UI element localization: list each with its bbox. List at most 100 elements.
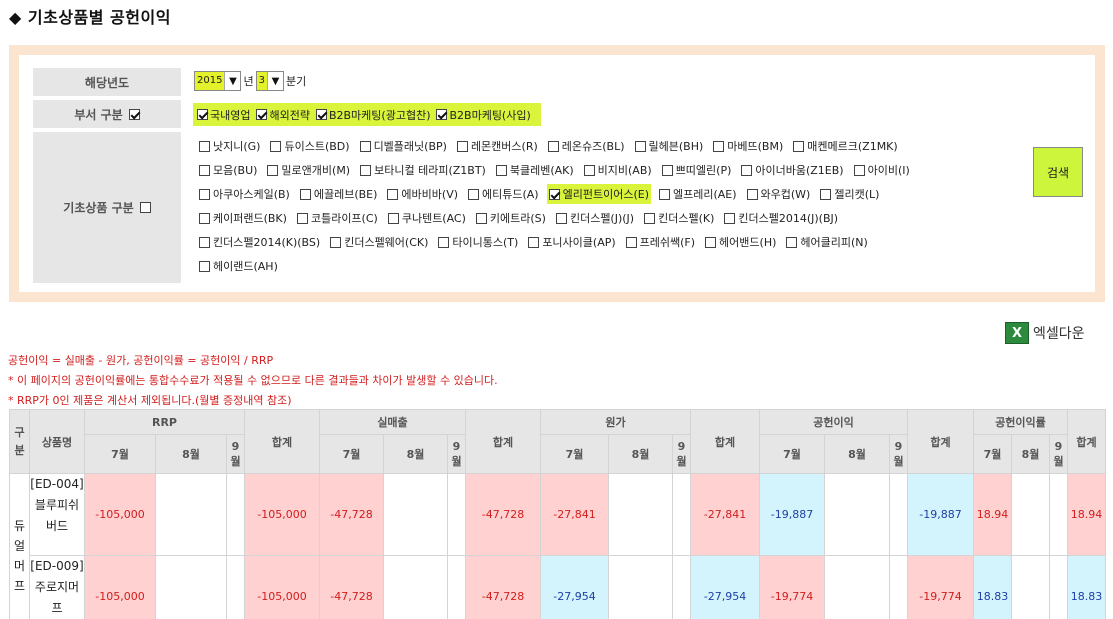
product-checkbox[interactable] bbox=[199, 164, 210, 176]
year-select[interactable]: 2015 ▼ bbox=[194, 71, 242, 91]
product-checkbox[interactable] bbox=[330, 236, 342, 248]
product-item[interactable]: 쿠나텐트(AC) bbox=[386, 208, 468, 228]
product-checkbox[interactable] bbox=[746, 188, 758, 200]
product-item[interactable]: 킨더스펠(J)(J) bbox=[554, 208, 636, 228]
product-item[interactable]: 보타니컬 테라피(Z1BT) bbox=[358, 160, 488, 180]
product-checkbox[interactable] bbox=[359, 140, 371, 152]
dept-checkbox[interactable] bbox=[197, 109, 208, 120]
product-checkbox[interactable] bbox=[820, 188, 832, 200]
product-item[interactable]: 킨더스펠웨어(CK) bbox=[328, 232, 430, 252]
product-checkbox[interactable] bbox=[475, 212, 487, 224]
product-item[interactable]: 에바비바(V) bbox=[385, 184, 460, 204]
product-checkbox[interactable] bbox=[267, 164, 279, 176]
product-item[interactable]: 레몬캔버스(R) bbox=[455, 136, 540, 156]
product-checkbox[interactable] bbox=[299, 188, 311, 200]
product-checkbox[interactable] bbox=[741, 164, 753, 176]
product-checkbox[interactable] bbox=[705, 236, 717, 248]
product-item[interactable]: 레온슈즈(BL) bbox=[546, 136, 627, 156]
product-item[interactable]: 킨더스펠(K) bbox=[642, 208, 716, 228]
product-checkbox[interactable] bbox=[547, 140, 559, 152]
cost-cell bbox=[608, 473, 673, 556]
product-item[interactable]: 키에트라(S) bbox=[474, 208, 548, 228]
product-item[interactable]: 릴헤븐(BH) bbox=[633, 136, 706, 156]
product-checkbox[interactable] bbox=[199, 236, 210, 248]
product-item[interactable]: 낫지니(G) bbox=[197, 136, 262, 156]
profit-table: 구분 상품명 RRP 합계 실매출 합계 원가 합계 공헌이익 합계 공헌이익률… bbox=[9, 409, 1106, 619]
product-checkbox[interactable] bbox=[724, 212, 736, 224]
product-item[interactable]: 에티튜드(A) bbox=[466, 184, 541, 204]
product-item[interactable]: 쁘띠엘린(P) bbox=[660, 160, 734, 180]
product-item[interactable]: 에끌레브(BE) bbox=[298, 184, 380, 204]
product-checkbox[interactable] bbox=[548, 188, 560, 200]
search-button[interactable]: 검색 bbox=[1033, 147, 1083, 197]
product-checkbox[interactable] bbox=[199, 188, 210, 200]
product-item-label: 키에트라(S) bbox=[489, 212, 546, 225]
product-item[interactable]: 비지비(AB) bbox=[582, 160, 654, 180]
product-item[interactable]: 아이너바움(Z1EB) bbox=[739, 160, 845, 180]
product-checkbox[interactable] bbox=[199, 260, 210, 272]
product-checkbox[interactable] bbox=[270, 140, 282, 152]
product-name-cell: [ED-009] 주로지머프 bbox=[29, 555, 85, 619]
product-item[interactable]: 듀이스트(BD) bbox=[268, 136, 351, 156]
product-checkbox[interactable] bbox=[468, 188, 480, 200]
product-item[interactable]: 젤리캣(L) bbox=[818, 184, 881, 204]
product-item-label: 모음(BU) bbox=[213, 164, 258, 177]
product-item[interactable]: 아이비(I) bbox=[852, 160, 912, 180]
product-checkbox[interactable] bbox=[713, 140, 725, 152]
product-item[interactable]: 모음(BU) bbox=[197, 160, 259, 180]
product-checkbox[interactable] bbox=[634, 140, 646, 152]
product-item[interactable]: 와우컵(W) bbox=[745, 184, 813, 204]
product-item[interactable]: 엘리펀트이어스(E) bbox=[546, 184, 651, 204]
product-checkbox[interactable] bbox=[583, 164, 595, 176]
dept-item[interactable]: B2B마케팅(사입) bbox=[436, 107, 531, 123]
cost-cell: -27,954 bbox=[540, 555, 609, 619]
product-checkbox[interactable] bbox=[199, 212, 210, 224]
dept-all-checkbox[interactable] bbox=[128, 108, 140, 120]
product-item[interactable]: 킨더스펠2014(J)(BJ) bbox=[722, 208, 840, 228]
product-checkbox[interactable] bbox=[793, 140, 805, 152]
product-item[interactable]: 엘프레리(AE) bbox=[657, 184, 739, 204]
dept-item[interactable]: B2B마케팅(광고협찬) bbox=[315, 107, 430, 123]
product-checkbox[interactable] bbox=[296, 212, 308, 224]
product-checkbox[interactable] bbox=[495, 164, 507, 176]
dept-item[interactable]: 해외전략 bbox=[256, 107, 310, 123]
product-checkbox[interactable] bbox=[786, 236, 798, 248]
quarter-select[interactable]: 3 ▼ bbox=[255, 71, 284, 91]
product-checkbox[interactable] bbox=[456, 140, 468, 152]
product-item[interactable]: 북클레벤(AK) bbox=[494, 160, 576, 180]
product-checkbox[interactable] bbox=[661, 164, 673, 176]
product-item[interactable]: 디벨플래닛(BP) bbox=[358, 136, 449, 156]
dept-checkbox[interactable] bbox=[315, 109, 327, 120]
product-item[interactable]: 헤어밴드(H) bbox=[703, 232, 778, 252]
product-item[interactable]: 헤이랜드(AH) bbox=[197, 256, 280, 276]
product-all-checkbox[interactable] bbox=[139, 202, 151, 213]
profit-cell: -19,887 bbox=[759, 473, 825, 556]
product-checkbox[interactable] bbox=[438, 236, 450, 248]
product-checkbox[interactable] bbox=[658, 188, 670, 200]
product-checkbox[interactable] bbox=[199, 140, 210, 152]
product-item[interactable]: 매켄메르크(Z1MK) bbox=[791, 136, 899, 156]
product-item[interactable]: 코틀라이프(C) bbox=[295, 208, 380, 228]
dept-checkbox[interactable] bbox=[256, 109, 268, 120]
product-item[interactable]: 킨더스펠2014(K)(BS) bbox=[197, 232, 322, 252]
product-item[interactable]: 밀로앤개비(M) bbox=[265, 160, 352, 180]
product-item[interactable]: 프레쉬쌕(F) bbox=[624, 232, 697, 252]
product-checkbox[interactable] bbox=[555, 212, 567, 224]
product-item[interactable]: 아쿠아스케일(B) bbox=[197, 184, 292, 204]
dept-checkbox[interactable] bbox=[436, 109, 448, 120]
product-checkbox[interactable] bbox=[360, 164, 372, 176]
rrp-cell bbox=[155, 555, 227, 619]
product-checkbox[interactable] bbox=[387, 212, 399, 224]
product-checkbox[interactable] bbox=[853, 164, 865, 176]
product-item[interactable]: 헤어클리피(N) bbox=[784, 232, 869, 252]
product-checkbox[interactable] bbox=[387, 188, 399, 200]
product-item[interactable]: 포니사이클(AP) bbox=[526, 232, 617, 252]
product-checkbox[interactable] bbox=[528, 236, 540, 248]
excel-download-button[interactable]: X 엑셀다운 bbox=[1005, 322, 1085, 344]
product-checkbox[interactable] bbox=[625, 236, 637, 248]
product-checkbox[interactable] bbox=[644, 212, 656, 224]
product-item[interactable]: 타이니통스(T) bbox=[436, 232, 520, 252]
product-item[interactable]: 케이퍼랜드(BK) bbox=[197, 208, 289, 228]
product-item[interactable]: 마베뜨(BM) bbox=[711, 136, 785, 156]
dept-item[interactable]: 국내영업 bbox=[197, 107, 250, 123]
